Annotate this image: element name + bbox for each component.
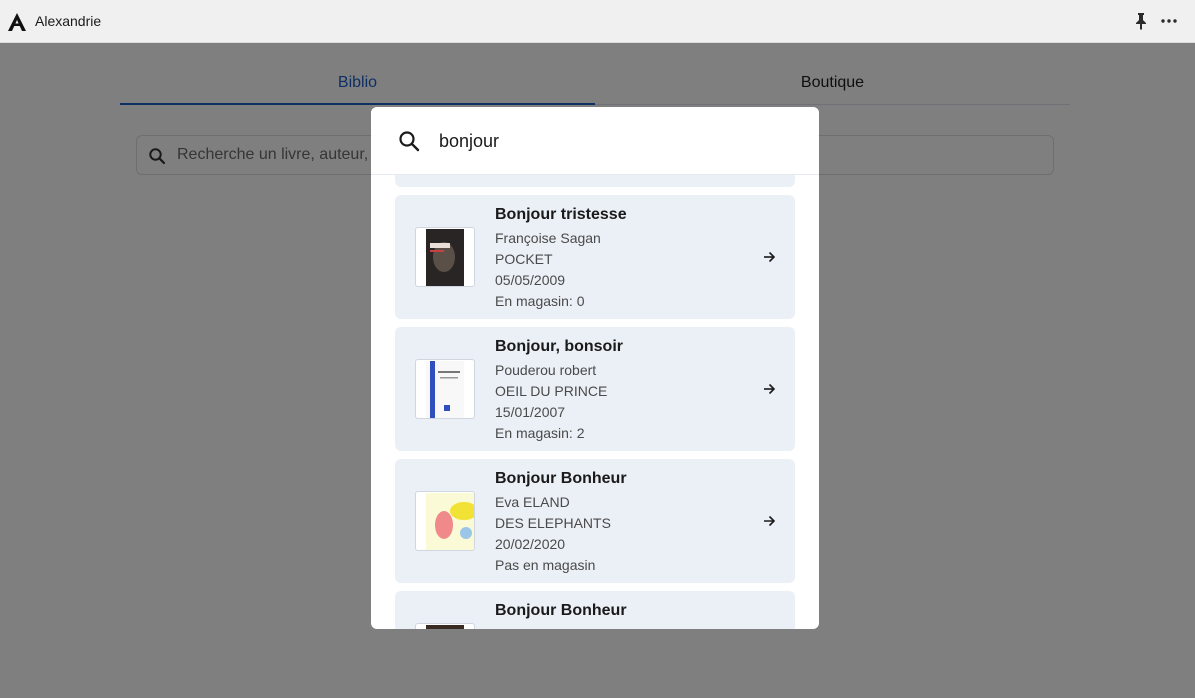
result-author: Pouderou robert xyxy=(495,362,597,378)
search-icon xyxy=(399,131,420,152)
arrow-right-icon[interactable] xyxy=(762,382,776,396)
result-date: 15/01/2007 xyxy=(495,404,566,420)
result-card[interactable]: Bonjour tristesse Françoise Sagan POCKET… xyxy=(395,195,795,319)
result-stock: Pas en magasin xyxy=(495,557,596,573)
arrow-right-icon[interactable] xyxy=(762,250,776,264)
result-card[interactable]: Bonjour Bonheur Eva ELAND DES ELEPHANTS … xyxy=(395,459,795,583)
result-publisher: POCKET xyxy=(495,251,553,267)
result-title: Bonjour tristesse xyxy=(495,206,627,223)
result-card[interactable]: Bonjour Bonheur xyxy=(395,591,795,629)
result-card[interactable]: Bonjour, bonsoir Pouderou robert OEIL DU… xyxy=(395,327,795,451)
result-title: Bonjour, bonsoir xyxy=(495,338,623,355)
results-list: Bonjour tristesse Françoise Sagan POCKET… xyxy=(371,175,819,629)
result-card-partial[interactable] xyxy=(395,175,795,187)
app-title: Alexandrie xyxy=(35,13,102,29)
result-stock: En magasin: 0 xyxy=(495,293,585,309)
modal-search-input[interactable]: bonjour xyxy=(371,107,819,175)
search-modal: bonjour Bonjour tristesse Françoise Saga… xyxy=(371,107,819,629)
modal-search-query: bonjour xyxy=(439,131,500,151)
arrow-right-icon[interactable] xyxy=(762,514,776,528)
result-publisher: OEIL DU PRINCE xyxy=(495,383,608,399)
book-cover xyxy=(415,623,475,629)
result-publisher: DES ELEPHANTS xyxy=(495,515,611,531)
result-date: 20/02/2020 xyxy=(495,536,566,552)
pin-icon[interactable] xyxy=(1133,12,1149,30)
book-cover xyxy=(415,359,475,419)
result-title: Bonjour Bonheur xyxy=(495,602,627,619)
result-author: Eva ELAND xyxy=(495,494,570,510)
title-bar: Alexandrie xyxy=(0,0,1195,43)
result-stock: En magasin: 2 xyxy=(495,425,585,441)
result-date: 05/05/2009 xyxy=(495,272,566,288)
more-horizontal-icon[interactable] xyxy=(1160,12,1178,30)
result-title: Bonjour Bonheur xyxy=(495,470,627,487)
alexandrie-logo-icon xyxy=(8,13,26,31)
book-cover xyxy=(415,227,475,287)
result-author: Françoise Sagan xyxy=(495,230,601,246)
book-cover xyxy=(415,491,475,551)
